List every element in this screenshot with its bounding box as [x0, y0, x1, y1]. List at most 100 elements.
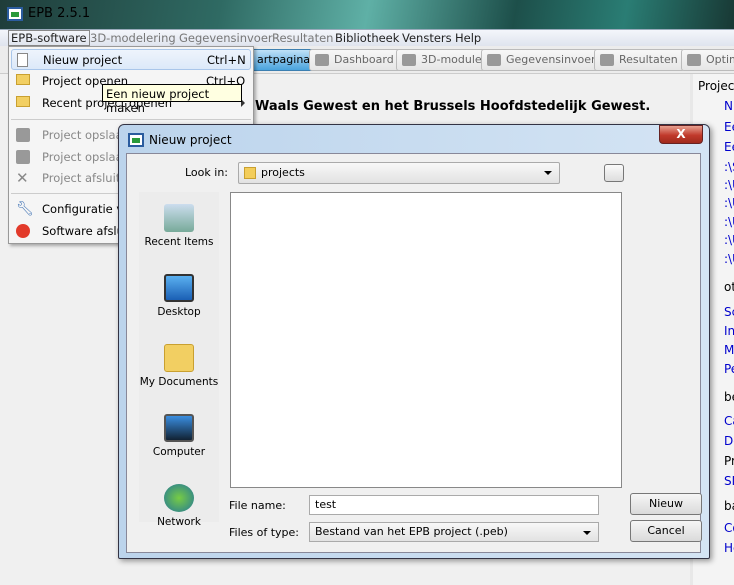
places-bar: Recent Items Desktop My Documents Comput…: [139, 192, 219, 528]
tooltip: Een nieuw project maken: [102, 84, 242, 115]
files-of-type-label: Files of type:: [229, 526, 300, 539]
menu-bibliotheek[interactable]: Bibliotheek: [335, 31, 399, 45]
rp-link[interactable]: SN: [724, 474, 734, 488]
save-as-icon: [16, 150, 30, 164]
dashboard-label: Dashboard: [334, 53, 394, 66]
place-label: My Documents: [139, 376, 219, 388]
gegevensinvoer-button[interactable]: Gegevensinvoer: [481, 49, 603, 71]
menu-item-label: Project opslaan: [42, 150, 130, 164]
rp-link[interactable]: In: [724, 324, 734, 338]
dashboard-button[interactable]: Dashboard: [309, 49, 401, 71]
file-name-input[interactable]: test: [309, 495, 599, 515]
rp-link[interactable]: Pe: [724, 362, 734, 376]
place-recent-items[interactable]: Recent Items: [139, 204, 219, 248]
place-network[interactable]: Network: [139, 484, 219, 528]
window-titlebar: EPB 2.5.1: [0, 0, 734, 29]
desktop-icon: [164, 274, 194, 302]
place-label: Recent Items: [144, 236, 214, 248]
view-toggle-button[interactable]: [604, 164, 624, 182]
3d-module-label: 3D-module: [421, 53, 482, 66]
rp-link[interactable]: Do: [724, 434, 734, 448]
dialog-title: Nieuw project: [149, 133, 232, 147]
menu-item-shortcut: Ctrl+N: [207, 53, 246, 67]
rp-header: oth: [724, 280, 734, 294]
look-in-label: Look in:: [185, 166, 228, 179]
rp-link[interactable]: :\U: [724, 215, 734, 229]
menu-epb-software[interactable]: EPB-software: [8, 30, 90, 46]
chevron-down-icon: [544, 171, 552, 175]
rp-link[interactable]: He: [724, 541, 734, 555]
menu-item-nieuw-project[interactable]: Nieuw project Ctrl+N: [11, 49, 251, 70]
bar-chart-icon: [600, 54, 614, 66]
menu-separator: [11, 119, 251, 120]
look-in-value: projects: [261, 166, 305, 179]
new-file-icon: [17, 53, 28, 67]
close-x-icon: ✕: [16, 169, 29, 187]
rp-header: be: [724, 390, 734, 404]
menu-item-label: Nieuw project: [43, 53, 123, 67]
menu-item-label: Software afslui: [42, 224, 128, 238]
place-desktop[interactable]: Desktop: [139, 274, 219, 318]
cancel-button[interactable]: Cancel: [630, 520, 702, 542]
rp-link[interactable]: :\U: [724, 233, 734, 247]
3d-module-button[interactable]: 3D-module: [396, 49, 489, 71]
app-logo-icon: [7, 7, 23, 21]
menu-help[interactable]: Help: [455, 31, 481, 45]
menu-gegevensinvoer[interactable]: Gegevensinvoer: [179, 31, 273, 45]
rp-header: bas: [724, 499, 734, 513]
look-in-select[interactable]: projects: [238, 162, 560, 184]
rp-link[interactable]: Ca: [724, 414, 734, 428]
wrench-icon: 🔧︎: [16, 201, 34, 217]
welcome-banner: Waals Gewest en het Brussels Hoofdstedel…: [255, 99, 651, 114]
rp-link[interactable]: Sc: [724, 305, 734, 319]
file-name-label: File name:: [229, 499, 286, 512]
network-globe-icon: [164, 484, 194, 512]
resultaten-button[interactable]: Resultaten: [594, 49, 685, 71]
stop-icon: [16, 224, 30, 238]
rp-link[interactable]: Pr: [724, 454, 734, 468]
optimalisatie-label: Optim: [706, 53, 734, 66]
app-title: EPB 2.5.1: [28, 6, 91, 21]
rp-link[interactable]: Ee: [724, 140, 734, 154]
place-computer[interactable]: Computer: [139, 414, 219, 458]
menu-item-label: Project afsluite: [42, 171, 128, 185]
rp-link[interactable]: Co: [724, 521, 734, 535]
rp-link[interactable]: M: [724, 343, 734, 357]
optimalisatie-button[interactable]: Optim: [681, 49, 734, 71]
chevron-down-icon: [583, 531, 591, 535]
dialog-logo-icon: [128, 133, 144, 147]
dashboard-icon: [315, 54, 329, 66]
rp-link[interactable]: :\U: [724, 178, 734, 192]
menu-vensters[interactable]: Vensters: [402, 31, 452, 45]
resultaten-label: Resultaten: [619, 53, 678, 66]
menu-3d-modelering[interactable]: 3D-modelering: [90, 31, 176, 45]
new-project-dialog: Nieuw project X Look in: projects Recent…: [118, 124, 710, 559]
place-label: Desktop: [157, 306, 201, 318]
menu-item-label: Project opslaan: [42, 128, 130, 142]
rp-link[interactable]: :\U: [724, 196, 734, 210]
files-of-type-select[interactable]: Bestand van het EPB project (.peb): [309, 522, 599, 542]
place-label: Computer: [152, 446, 206, 458]
recent-items-icon: [164, 204, 194, 232]
computer-icon: [164, 414, 194, 442]
optimize-icon: [687, 54, 701, 66]
files-of-type-value: Bestand van het EPB project (.peb): [315, 525, 508, 538]
file-list[interactable]: [230, 192, 622, 488]
place-my-documents[interactable]: My Documents: [139, 344, 219, 388]
menu-resultaten[interactable]: Resultaten: [272, 31, 333, 45]
project-group-title: Project: [698, 79, 734, 93]
rp-link[interactable]: :\U: [724, 252, 734, 266]
nieuw-button[interactable]: Nieuw: [630, 493, 702, 515]
menubar: EPB-software 3D-modelering Gegevensinvoe…: [0, 29, 734, 46]
gegevensinvoer-label: Gegevensinvoer: [506, 53, 596, 66]
save-icon: [16, 128, 30, 142]
place-label: Network: [157, 516, 201, 528]
folder-icon: [244, 167, 256, 179]
close-button[interactable]: X: [659, 125, 703, 144]
rp-link[interactable]: :\S: [724, 160, 734, 174]
file-chooser: Look in: projects Recent Items Desktop M…: [126, 153, 702, 553]
rp-link[interactable]: Ee: [724, 120, 734, 134]
rp-link[interactable]: Ni: [724, 99, 734, 113]
data-input-icon: [487, 54, 501, 66]
recent-folder-icon: [16, 96, 30, 107]
